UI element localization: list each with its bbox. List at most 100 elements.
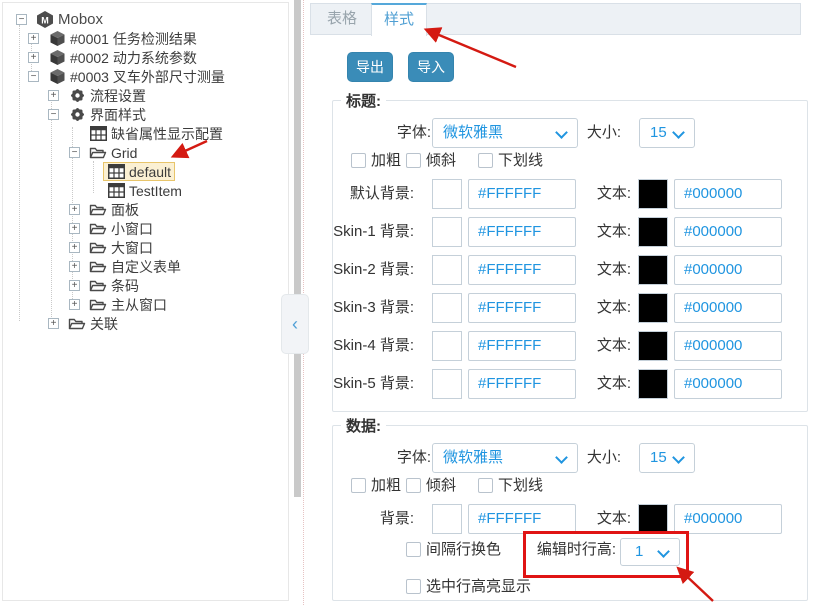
text-color-input[interactable]: #000000: [674, 179, 782, 209]
tree-item-master-detail-window[interactable]: +主从窗口: [3, 295, 288, 314]
data-italic-checkbox[interactable]: [406, 478, 421, 493]
collapse-minus-icon[interactable]: −: [48, 109, 59, 120]
tree-node-content[interactable]: default: [103, 162, 175, 181]
row-label: 默认背景:: [333, 179, 414, 209]
export-button[interactable]: 导出: [347, 52, 393, 82]
tree-item-mobox[interactable]: −MMobox: [3, 10, 288, 29]
background-color-swatch[interactable]: [432, 504, 462, 534]
tree-item-ui-style[interactable]: −界面样式: [3, 105, 288, 124]
panel-splitter[interactable]: [294, 0, 301, 497]
data-bold-checkbox[interactable]: [351, 478, 366, 493]
expand-plus-icon[interactable]: +: [48, 90, 59, 101]
gear-icon: [68, 87, 86, 104]
tab-table[interactable]: 表格: [313, 4, 371, 34]
tree-node-content[interactable]: MMobox: [32, 10, 107, 29]
tree-node-content[interactable]: TestItem: [103, 181, 186, 200]
tree-item-label: 流程设置: [90, 86, 146, 106]
data-size-select[interactable]: 15: [639, 443, 695, 473]
tree-item-0002[interactable]: +#0002 动力系统参数: [3, 48, 288, 67]
title-italic-checkbox[interactable]: [406, 153, 421, 168]
text-color-swatch[interactable]: [638, 255, 668, 285]
alternate-row-color-checkbox[interactable]: [406, 542, 421, 557]
background-color-input[interactable]: #FFFFFF: [468, 331, 576, 361]
background-color-input[interactable]: #FFFFFF: [468, 179, 576, 209]
expand-plus-icon[interactable]: +: [69, 223, 80, 234]
expand-plus-icon[interactable]: +: [69, 299, 80, 310]
tree-item-process-settings[interactable]: + 流程设置: [3, 86, 288, 105]
tree-item-panel[interactable]: +面板: [3, 200, 288, 219]
text-color-swatch[interactable]: [638, 504, 668, 534]
title-font-select[interactable]: 微软雅黑: [432, 118, 578, 148]
expand-plus-icon[interactable]: +: [48, 318, 59, 329]
data-underline-checkbox[interactable]: [478, 478, 493, 493]
background-color-swatch[interactable]: [432, 293, 462, 323]
tree-item-default[interactable]: default: [3, 162, 288, 181]
tree-node-content[interactable]: 缺省属性显示配置: [85, 123, 227, 145]
font-label: 字体:: [343, 443, 431, 473]
chevron-down-icon: [555, 126, 568, 139]
text-color-input[interactable]: #000000: [674, 331, 782, 361]
color-row-0: 默认背景:#FFFFFF文本:#000000: [333, 179, 807, 209]
collapse-minus-icon[interactable]: −: [16, 14, 27, 25]
collapse-minus-icon[interactable]: −: [28, 71, 39, 82]
expand-plus-icon[interactable]: +: [69, 204, 80, 215]
text-color-swatch[interactable]: [638, 179, 668, 209]
tab-style[interactable]: 样式: [371, 3, 427, 36]
text-color-input[interactable]: #000000: [674, 293, 782, 323]
expand-plus-icon[interactable]: +: [28, 33, 39, 44]
cube-icon: [48, 68, 66, 85]
import-button[interactable]: 导入: [408, 52, 454, 82]
title-bold-checkbox[interactable]: [351, 153, 366, 168]
tree-node-content[interactable]: Grid: [85, 143, 141, 162]
tree-item-label: 缺省属性显示配置: [111, 124, 223, 144]
object-tree-panel: −MMobox+#0001 任务检测结果+#0002 动力系统参数−#0003 …: [2, 2, 289, 601]
tree-item-label: TestItem: [129, 183, 182, 199]
text-color-input[interactable]: #000000: [674, 504, 782, 534]
background-color-input[interactable]: #FFFFFF: [468, 504, 576, 534]
title-section: 标题: 字体: 微软雅黑 大小: 15 加粗 倾斜 下划线 默认背景:#FFFF…: [332, 100, 808, 412]
collapse-panel-button[interactable]: ‹: [281, 294, 309, 354]
data-font-select[interactable]: 微软雅黑: [432, 443, 578, 473]
background-color-swatch[interactable]: [432, 217, 462, 247]
expand-plus-icon[interactable]: +: [69, 261, 80, 272]
tree-item-barcode[interactable]: + 条码: [3, 276, 288, 295]
tree-node-content[interactable]: 关联: [64, 313, 122, 335]
tree-item-label: 条码: [111, 276, 139, 296]
folder-icon: [89, 258, 107, 275]
text-color-input[interactable]: #000000: [674, 369, 782, 399]
title-underline-checkbox[interactable]: [478, 153, 493, 168]
title-size-select[interactable]: 15: [639, 118, 695, 148]
expand-plus-icon[interactable]: +: [69, 242, 80, 253]
tree-item-grid-folder[interactable]: −Grid: [3, 143, 288, 162]
background-color-swatch[interactable]: [432, 369, 462, 399]
tree-item-small-window[interactable]: +小窗口: [3, 219, 288, 238]
row-label: Skin-1 背景:: [333, 217, 414, 247]
tree-item-relation[interactable]: + 关联: [3, 314, 288, 333]
tree-item-label: 关联: [90, 314, 118, 334]
expand-plus-icon[interactable]: +: [28, 52, 39, 63]
folder-icon: [89, 201, 107, 218]
collapse-minus-icon[interactable]: −: [69, 147, 80, 158]
background-color-swatch[interactable]: [432, 331, 462, 361]
text-color-swatch[interactable]: [638, 293, 668, 323]
tree-item-testitem[interactable]: TestItem: [3, 181, 288, 200]
tree-item-custom-form[interactable]: +自定义表单: [3, 257, 288, 276]
background-color-input[interactable]: #FFFFFF: [468, 255, 576, 285]
expand-plus-icon[interactable]: +: [69, 280, 80, 291]
text-color-swatch[interactable]: [638, 369, 668, 399]
background-color-swatch[interactable]: [432, 255, 462, 285]
background-color-swatch[interactable]: [432, 179, 462, 209]
text-color-swatch[interactable]: [638, 217, 668, 247]
tree-item-0003[interactable]: −#0003 叉车外部尺寸测量: [3, 67, 288, 86]
text-color-swatch[interactable]: [638, 331, 668, 361]
background-color-input[interactable]: #FFFFFF: [468, 217, 576, 247]
background-color-input[interactable]: #FFFFFF: [468, 293, 576, 323]
tree-item-default-attr-display[interactable]: 缺省属性显示配置: [3, 124, 288, 143]
tree-item-0001[interactable]: +#0001 任务检测结果: [3, 29, 288, 48]
text-label: 文本:: [571, 293, 631, 323]
background-color-input[interactable]: #FFFFFF: [468, 369, 576, 399]
text-color-input[interactable]: #000000: [674, 255, 782, 285]
highlight-selected-row-checkbox[interactable]: [406, 579, 421, 594]
tree-item-large-window[interactable]: +大窗口: [3, 238, 288, 257]
text-color-input[interactable]: #000000: [674, 217, 782, 247]
